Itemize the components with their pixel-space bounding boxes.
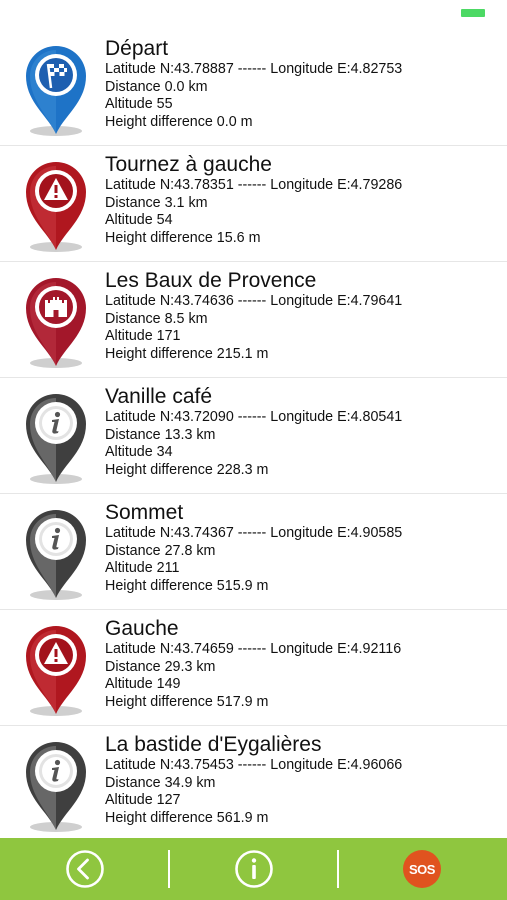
tab-divider xyxy=(337,850,339,888)
list-item[interactable]: La bastide d'Eygalières Latitude N:43.75… xyxy=(0,726,507,838)
battery-icon xyxy=(461,9,485,17)
waypoint-title: Sommet xyxy=(105,501,184,524)
waypoint-title: Gauche xyxy=(105,617,179,640)
waypoint-altitude: Altitude 171 xyxy=(105,328,181,344)
waypoint-coords: Latitude N:43.74367 ------ Longitude E:4… xyxy=(105,525,403,541)
waypoint-distance: Distance 27.8 km xyxy=(105,542,216,559)
waypoint-title: La bastide d'Eygalières xyxy=(105,733,322,756)
waypoint-altitude: Altitude 149 xyxy=(105,676,181,692)
back-arrow-icon[interactable] xyxy=(65,849,105,889)
waypoint-coords: Latitude N:43.78351 ------ Longitude E:4… xyxy=(105,177,403,193)
waypoint-height: Height difference 515.9 m xyxy=(105,577,269,594)
waypoint-altitude: Altitude 211 xyxy=(105,560,180,576)
waypoint-list[interactable]: Départ Latitude N:43.78887 ------ Longit… xyxy=(0,30,507,838)
start-flag-icon xyxy=(26,46,86,136)
info-icon[interactable] xyxy=(234,849,274,889)
waypoint-altitude: Altitude 127 xyxy=(105,792,181,808)
waypoint-height: Height difference 228.3 m xyxy=(105,461,269,478)
waypoint-height: Height difference 215.1 m xyxy=(105,345,269,362)
waypoint-distance: Distance 34.9 km xyxy=(105,774,216,791)
list-item[interactable]: Tournez à gauche Latitude N:43.78351 ---… xyxy=(0,146,507,262)
waypoint-altitude: Altitude 55 xyxy=(105,96,173,112)
castle-icon xyxy=(26,278,86,368)
waypoint-title: Départ xyxy=(105,37,169,60)
waypoint-height: Height difference 517.9 m xyxy=(105,693,269,710)
waypoint-altitude: Altitude 54 xyxy=(105,212,173,228)
waypoint-title: Vanille café xyxy=(105,385,213,408)
info-icon xyxy=(26,510,86,600)
waypoint-distance: Distance 3.1 km xyxy=(105,194,208,211)
list-item[interactable]: Les Baux de Provence Latitude N:43.74636… xyxy=(0,262,507,378)
waypoint-coords: Latitude N:43.75453 ------ Longitude E:4… xyxy=(105,757,403,773)
waypoint-distance: Distance 29.3 km xyxy=(105,658,216,675)
info-icon xyxy=(26,394,86,484)
waypoint-height: Height difference 15.6 m xyxy=(105,229,261,246)
waypoint-distance: Distance 0.0 km xyxy=(105,78,208,95)
waypoint-coords: Latitude N:43.78887 ------ Longitude E:4… xyxy=(105,61,403,77)
warning-icon xyxy=(26,626,86,716)
status-bar xyxy=(0,0,507,30)
sos-button[interactable]: SOS xyxy=(403,850,441,888)
waypoint-height: Height difference 0.0 m xyxy=(105,113,253,130)
waypoint-coords: Latitude N:43.74659 ------ Longitude E:4… xyxy=(105,641,402,657)
waypoint-distance: Distance 13.3 km xyxy=(105,426,216,443)
waypoint-altitude: Altitude 34 xyxy=(105,444,173,460)
waypoint-coords: Latitude N:43.74636 ------ Longitude E:4… xyxy=(105,293,403,309)
tab-divider xyxy=(168,850,170,888)
list-item[interactable]: Vanille café Latitude N:43.72090 ------ … xyxy=(0,378,507,494)
warning-icon xyxy=(26,162,86,252)
waypoint-title: Les Baux de Provence xyxy=(105,269,317,292)
list-item[interactable]: Gauche Latitude N:43.74659 ------ Longit… xyxy=(0,610,507,726)
list-item[interactable]: Départ Latitude N:43.78887 ------ Longit… xyxy=(0,30,507,146)
waypoint-title: Tournez à gauche xyxy=(105,153,272,176)
waypoint-height: Height difference 561.9 m xyxy=(105,809,269,826)
bottom-tab-bar: SOS xyxy=(0,838,507,900)
waypoint-coords: Latitude N:43.72090 ------ Longitude E:4… xyxy=(105,409,403,425)
waypoint-distance: Distance 8.5 km xyxy=(105,310,208,327)
list-item[interactable]: Sommet Latitude N:43.74367 ------ Longit… xyxy=(0,494,507,610)
info-icon xyxy=(26,742,86,832)
